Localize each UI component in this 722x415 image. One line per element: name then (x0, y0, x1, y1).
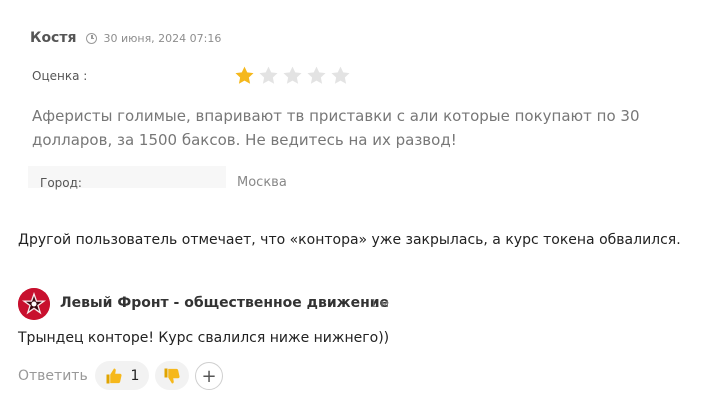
comment-time: 1 м (370, 297, 389, 310)
thumbs-up-icon (106, 368, 122, 383)
like-reaction-button[interactable]: 1 (95, 361, 149, 390)
review-card: Костя 30 июня, 2024 07:16 Оценка : Афери… (22, 20, 702, 198)
star-empty-icon (331, 66, 350, 84)
avatar[interactable] (18, 288, 50, 320)
rating-label: Оценка : (32, 69, 88, 83)
red-star-logo-icon (18, 288, 50, 320)
dislike-reaction-button[interactable] (155, 361, 189, 390)
review-date: 30 июня, 2024 07:16 (103, 31, 222, 45)
reply-button[interactable]: Ответить (18, 368, 88, 384)
comment-text: Трындец конторе! Курс свалился ниже нижн… (18, 330, 390, 346)
clock-icon (86, 32, 98, 44)
reviewer-name: Костя (30, 30, 77, 46)
star-empty-icon (307, 66, 326, 84)
star-filled-icon (235, 66, 254, 84)
star-empty-icon (259, 66, 278, 84)
rating-stars (234, 65, 351, 86)
thumbs-down-icon (164, 368, 180, 383)
review-text: Аферисты голимые, впаривают тв приставки… (32, 107, 640, 149)
city-value: Москва (237, 175, 287, 190)
comment-author[interactable]: Левый Фронт - общественное движение (60, 295, 389, 311)
review-header: Костя 30 июня, 2024 07:16 (30, 30, 221, 46)
article-paragraph: Другой пользователь отмечает, что «конто… (18, 232, 681, 248)
like-count: 1 (130, 367, 140, 384)
star-empty-icon (283, 66, 302, 84)
plus-icon: + (201, 365, 217, 387)
city-label: Город: (40, 176, 82, 190)
add-reaction-button[interactable]: + (195, 362, 223, 390)
